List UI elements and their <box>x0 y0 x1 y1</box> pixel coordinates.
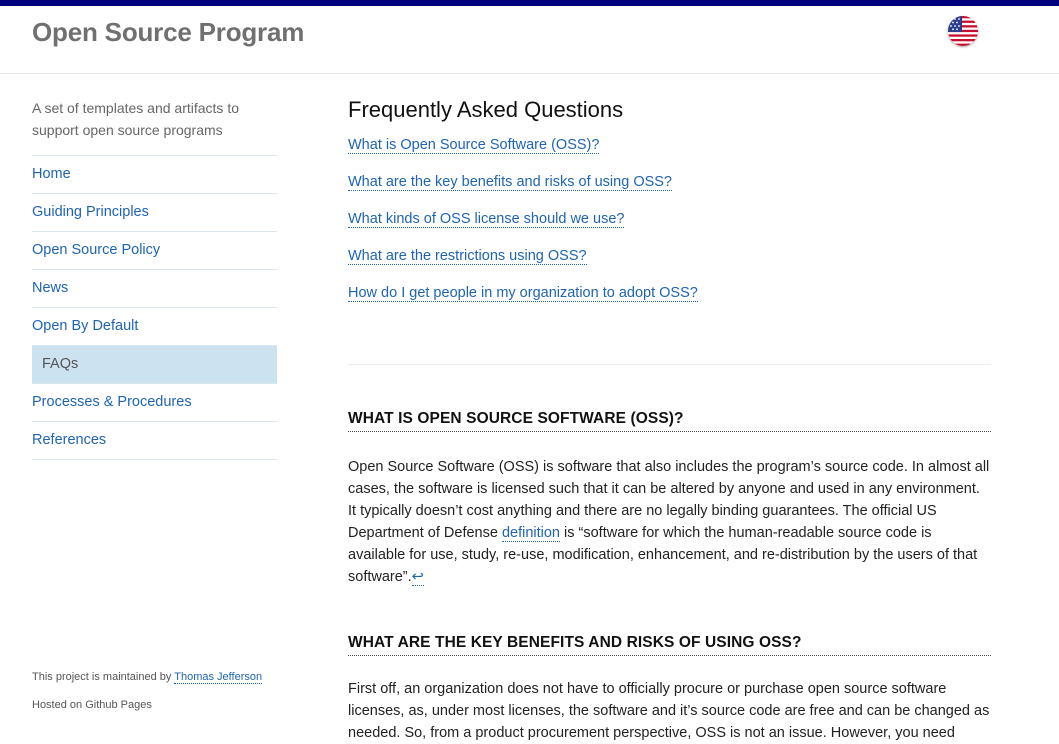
return-arrow-icon[interactable]: ↩ <box>411 569 424 586</box>
sidebar-item-home[interactable]: Home <box>32 156 277 194</box>
faq-link[interactable]: What kinds of OSS license should we use? <box>348 211 625 228</box>
us-flag-icon[interactable] <box>948 16 978 46</box>
sidebar-nav: Home Guiding Principles Open Source Poli… <box>32 155 277 460</box>
section-paragraph-what-is-oss: Open Source Software (OSS) is software t… <box>348 456 991 588</box>
section-heading-what-is-oss: WHAT IS OPEN SOURCE SOFTWARE (OSS)? <box>348 410 991 432</box>
sidebar-item-guiding-principles[interactable]: Guiding Principles <box>32 194 277 232</box>
sidebar-item-label[interactable]: Open Source Policy <box>32 232 277 269</box>
faq-link-item: What kinds of OSS license should we use? <box>348 210 991 247</box>
faq-link[interactable]: What is Open Source Software (OSS)? <box>348 137 600 154</box>
faq-link-item: What is Open Source Software (OSS)? <box>348 136 991 173</box>
faq-link-item: What are the restrictions using OSS? <box>348 247 991 284</box>
sidebar-item-processes-procedures[interactable]: Processes & Procedures <box>32 384 277 422</box>
sidebar-item-news[interactable]: News <box>32 270 277 308</box>
faq-link[interactable]: What are the key benefits and risks of u… <box>348 174 672 191</box>
main-content: Frequently Asked Questions What is Open … <box>348 96 991 741</box>
sidebar-item-label[interactable]: News <box>32 270 277 307</box>
sidebar: A set of templates and artifacts to supp… <box>32 97 277 460</box>
sidebar-item-label[interactable]: Guiding Principles <box>32 194 277 231</box>
definition-link[interactable]: definition <box>501 525 560 542</box>
section-heading-benefits-risks: WHAT ARE THE KEY BENEFITS AND RISKS OF U… <box>348 634 991 656</box>
page-title: Frequently Asked Questions <box>348 97 624 122</box>
faq-link[interactable]: What are the restrictions using OSS? <box>348 248 587 265</box>
sidebar-item-open-source-policy[interactable]: Open Source Policy <box>32 232 277 270</box>
faq-link-item: What are the key benefits and risks of u… <box>348 173 991 210</box>
sidebar-item-label[interactable]: Open By Default <box>32 308 277 345</box>
section-divider <box>348 364 991 365</box>
sidebar-item-label[interactable]: Home <box>32 156 277 193</box>
maintainer-prefix: This project is maintained by <box>32 671 175 683</box>
faq-link-list: What is Open Source Software (OSS)? What… <box>348 136 991 321</box>
sidebar-item-faqs[interactable]: FAQs <box>32 346 277 384</box>
faq-link[interactable]: How do I get people in my organization t… <box>348 285 698 302</box>
maintainer-note: This project is maintained by Thomas Jef… <box>32 671 263 684</box>
section-paragraph-benefits-risks: First off, an organization does not have… <box>348 681 990 741</box>
site-tagline: A set of templates and artifacts to supp… <box>32 100 239 138</box>
hosted-note: Hosted on Github Pages <box>32 699 152 711</box>
sidebar-item-label[interactable]: References <box>32 422 277 459</box>
sidebar-item-label[interactable]: Processes & Procedures <box>32 384 277 421</box>
maintainer-link[interactable]: Thomas Jefferson <box>174 671 263 684</box>
site-title[interactable]: Open Source Program <box>32 17 304 48</box>
sidebar-item-references[interactable]: References <box>32 422 277 460</box>
sidebar-item-label[interactable]: FAQs <box>32 346 277 383</box>
site-header: Open Source Program <box>0 6 1059 74</box>
sidebar-item-open-by-default[interactable]: Open By Default <box>32 308 277 346</box>
faq-link-item: How do I get people in my organization t… <box>348 284 991 321</box>
